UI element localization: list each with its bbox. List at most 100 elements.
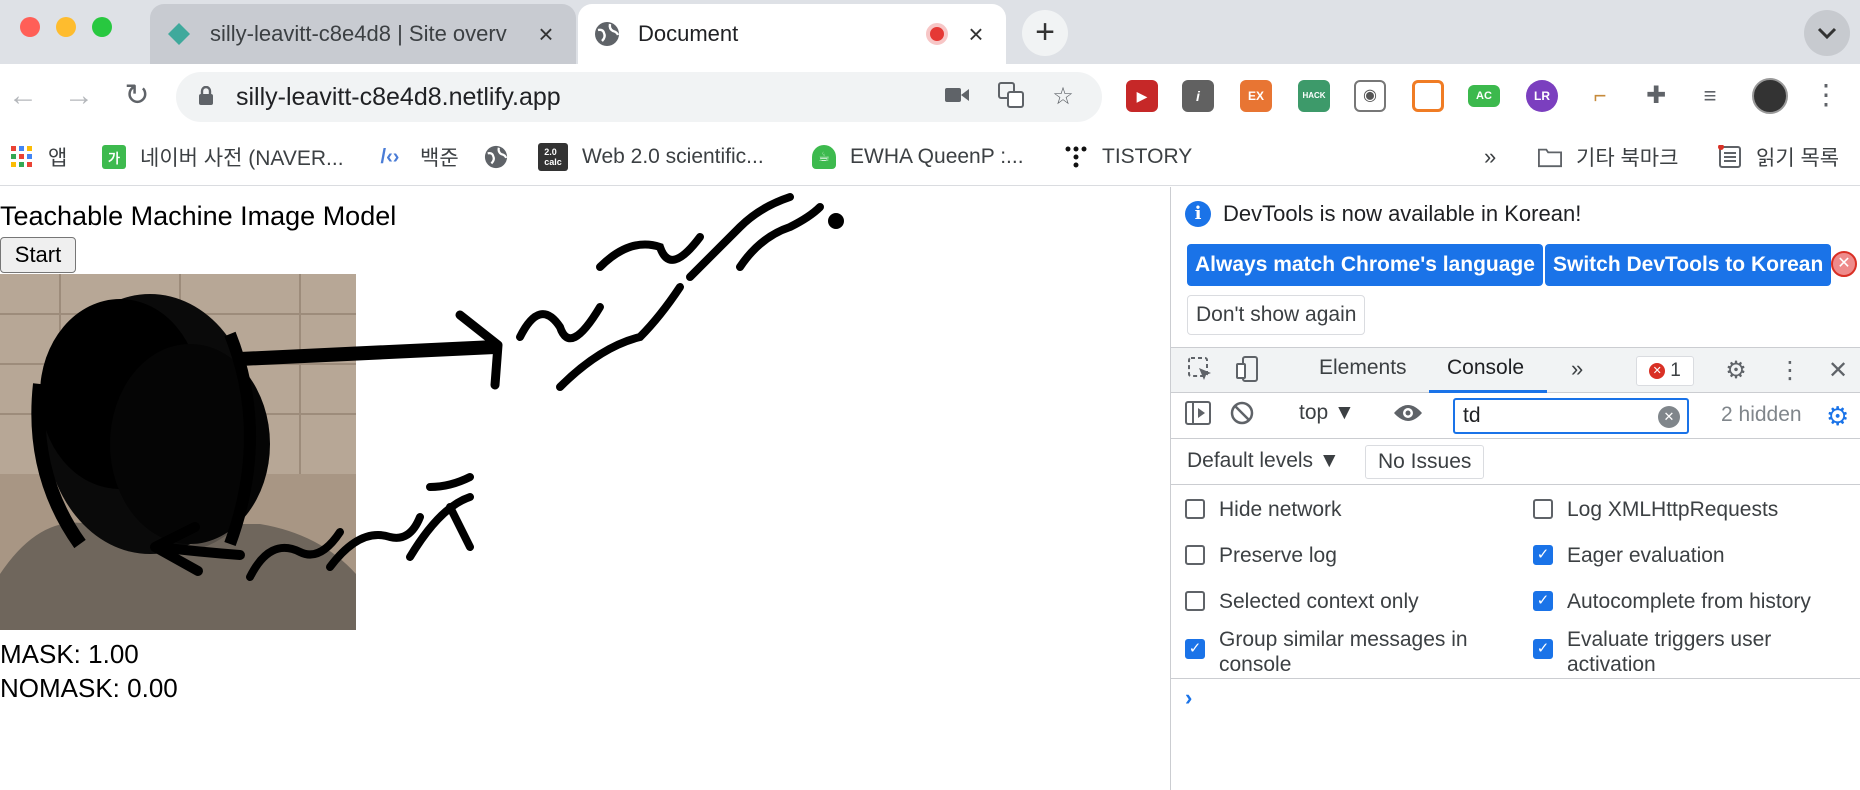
checkbox[interactable]	[1185, 545, 1205, 565]
reading-list-button[interactable]: 읽기 목록	[1718, 140, 1839, 174]
globe-icon	[594, 21, 620, 47]
maximize-window-button[interactable]	[92, 17, 112, 37]
translate-icon[interactable]	[996, 82, 1026, 112]
checkbox[interactable]: ✓	[1185, 639, 1205, 659]
checkbox[interactable]: ✓	[1533, 591, 1553, 611]
checkbox[interactable]: ✓	[1533, 545, 1553, 565]
setting-evaluate-triggers[interactable]: ✓ Evaluate triggers user activation	[1533, 627, 1843, 677]
close-tab-icon[interactable]: ×	[962, 19, 990, 50]
bookmark-star-icon[interactable]: ☆	[1048, 82, 1078, 112]
extensions-puzzle-icon[interactable]: ✚	[1640, 80, 1672, 112]
close-infobar-icon[interactable]: ✕	[1831, 251, 1857, 277]
devtools-menu-icon[interactable]: ⋮	[1775, 356, 1805, 386]
console-settings-pane: Hide network Log XMLHttpRequests Preserv…	[1171, 485, 1860, 679]
setting-eager-evaluation[interactable]: ✓ Eager evaluation	[1533, 543, 1725, 568]
extension-ruler-icon[interactable]: ⌐	[1584, 80, 1616, 112]
bookmark-label: EWHA QueenP :...	[850, 145, 1024, 168]
bookmarks-overflow-button[interactable]: »	[1484, 140, 1496, 174]
extension-ac-icon[interactable]: AC	[1468, 85, 1500, 107]
naver-dictionary-icon: 가	[102, 145, 126, 169]
inspect-element-icon[interactable]	[1185, 356, 1215, 386]
log-levels-select[interactable]: Default levels ▼	[1187, 449, 1340, 473]
bookmark-label: 읽기 목록	[1756, 147, 1840, 170]
console-settings-gear-icon[interactable]: ⚙	[1826, 401, 1849, 432]
camera-icon[interactable]	[942, 82, 972, 112]
clear-filter-icon[interactable]: ✕	[1658, 406, 1680, 428]
console-levels-bar: Default levels ▼ No Issues	[1171, 439, 1860, 485]
error-count: 1	[1670, 360, 1681, 381]
class-label-mask: MASK: 1.00	[0, 639, 139, 669]
folder-icon	[1538, 145, 1562, 169]
netlify-icon	[166, 21, 192, 47]
eye-icon[interactable]	[1393, 401, 1423, 431]
address-bar[interactable]: silly-leavitt-c8e4d8.netlify.app ☆	[176, 72, 1102, 122]
close-window-button[interactable]	[20, 17, 40, 37]
more-tabs-button[interactable]: »	[1571, 356, 1583, 382]
bookmark-globe[interactable]	[484, 140, 522, 174]
bookmark-label: 앱	[48, 147, 68, 170]
new-tab-button[interactable]: +	[1022, 10, 1068, 56]
browser-toolbar: ← → ↻ silly-leavitt-c8e4d8.netlify.app ☆…	[0, 64, 1860, 130]
class-label-nomask: NOMASK: 0.00	[0, 673, 178, 703]
reload-icon[interactable]: ↻	[116, 76, 158, 118]
extension-red-icon[interactable]: ▶	[1126, 80, 1158, 112]
forward-arrow-icon[interactable]: →	[58, 76, 100, 118]
tab-console[interactable]: Console	[1447, 356, 1524, 380]
cup-icon: ☕	[812, 145, 836, 169]
setting-label: Eager evaluation	[1567, 544, 1725, 567]
extension-owl-icon[interactable]: ◉	[1354, 80, 1386, 112]
url-text: silly-leavitt-c8e4d8.netlify.app	[236, 83, 561, 111]
always-match-language-button[interactable]: Always match Chrome's language	[1187, 244, 1543, 286]
extension-info-icon[interactable]: i	[1182, 80, 1214, 112]
bookmarks-bar: 앱 가 네이버 사전 (NAVER... /‹› 백준 2.0 calc Web …	[0, 130, 1860, 186]
dont-show-again-button[interactable]: Don't show again	[1187, 295, 1366, 335]
bookmark-label: 네이버 사전 (NAVER...	[140, 147, 344, 170]
profile-avatar[interactable]	[1752, 78, 1788, 114]
browser-menu-icon[interactable]: ⋮	[1812, 78, 1840, 111]
bookmark-naver-dictionary[interactable]: 가 네이버 사전 (NAVER...	[102, 140, 344, 174]
switch-devtools-korean-button[interactable]: Switch DevTools to Korean	[1545, 244, 1832, 286]
close-devtools-icon[interactable]: ✕	[1823, 356, 1853, 386]
setting-hide-network[interactable]: Hide network	[1185, 497, 1342, 522]
setting-selected-context-only[interactable]: Selected context only	[1185, 589, 1419, 614]
issues-button[interactable]: No Issues	[1365, 445, 1485, 479]
setting-log-xhr[interactable]: Log XMLHttpRequests	[1533, 497, 1778, 522]
extension-lr-icon[interactable]: LR	[1526, 80, 1558, 112]
device-toolbar-icon[interactable]	[1233, 356, 1263, 386]
extension-ex-icon[interactable]: EX	[1240, 80, 1272, 112]
setting-group-similar[interactable]: ✓ Group similar messages in console	[1185, 627, 1495, 677]
close-tab-icon[interactable]: ×	[532, 19, 560, 50]
setting-label: Autocomplete from history	[1567, 590, 1811, 613]
clear-console-icon[interactable]	[1227, 401, 1257, 431]
execution-context-select[interactable]: top ▼	[1299, 401, 1355, 425]
bookmark-web20calc[interactable]: 2.0 calc Web 2.0 scientific...	[538, 140, 764, 174]
bookmark-other-folder[interactable]: 기타 북마크	[1538, 140, 1678, 174]
tab-document[interactable]: Document ×	[578, 4, 1006, 64]
bookmark-apps[interactable]: 앱	[10, 140, 67, 174]
tab-title: Document	[638, 21, 739, 46]
checkbox[interactable]	[1185, 591, 1205, 611]
error-count-badge[interactable]: ✕ 1	[1636, 356, 1694, 386]
tab-site-overview[interactable]: silly-leavitt-c8e4d8 | Site overv ×	[150, 4, 576, 64]
checkbox[interactable]	[1533, 499, 1553, 519]
extension-layout-icon[interactable]	[1412, 80, 1444, 112]
tab-elements[interactable]: Elements	[1319, 356, 1407, 380]
setting-preserve-log[interactable]: Preserve log	[1185, 543, 1337, 568]
minimize-window-button[interactable]	[56, 17, 76, 37]
gear-icon[interactable]: ⚙	[1721, 356, 1751, 386]
console-prompt[interactable]: ›	[1185, 685, 1192, 711]
bookmark-ewha-queenp[interactable]: ☕ EWHA QueenP :...	[812, 140, 1024, 174]
bookmark-baekjoon[interactable]: /‹› 백준	[374, 140, 459, 174]
extension-hack-icon[interactable]: HACK	[1298, 80, 1330, 112]
console-filter-input[interactable]	[1453, 398, 1689, 434]
checkbox[interactable]: ✓	[1533, 639, 1553, 659]
sidebar-toggle-icon[interactable]	[1183, 401, 1213, 431]
apps-grid-icon	[10, 145, 34, 169]
back-arrow-icon[interactable]: ←	[2, 76, 44, 118]
checkbox[interactable]	[1185, 499, 1205, 519]
start-button[interactable]: Start	[0, 237, 76, 273]
media-queue-icon[interactable]: ≡	[1694, 80, 1726, 112]
tab-search-button[interactable]	[1804, 10, 1850, 56]
bookmark-tistory[interactable]: TISTORY	[1064, 140, 1192, 174]
setting-autocomplete-history[interactable]: ✓ Autocomplete from history	[1533, 589, 1811, 614]
